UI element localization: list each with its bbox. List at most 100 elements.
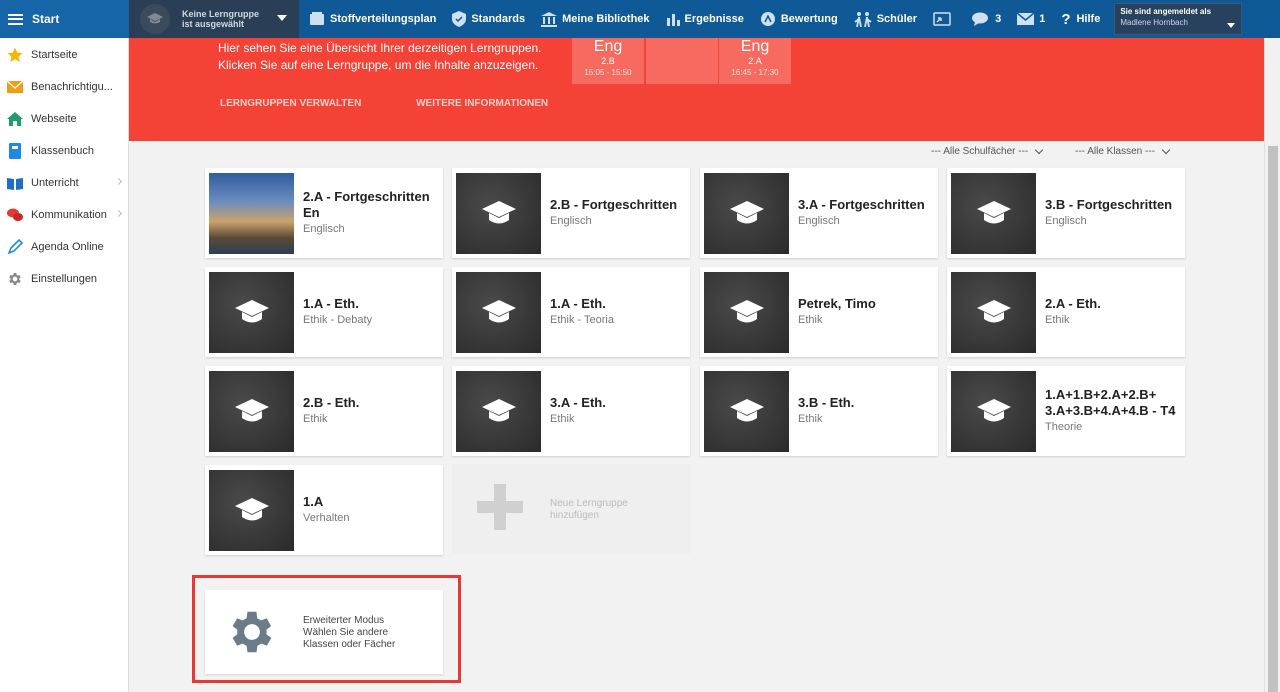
lesson-time: 16:45 - 17:30	[731, 68, 779, 77]
nav-label: Stoffverteilungsplan	[330, 13, 437, 25]
group-card[interactable]: 2.A - Fortgeschritten En Englisch	[205, 168, 443, 258]
chat-icon	[972, 12, 989, 26]
group-subject: Ethik	[550, 413, 575, 425]
group-card[interactable]: Petrek, Timo Ethik	[700, 267, 938, 357]
group-card[interactable]: 1.A+1.B+2.A+2.B+ 3.A+3.B+4.A+4.B - T4 The…	[947, 366, 1185, 456]
group-card[interactable]: 3.A - Eth. Ethik	[452, 366, 690, 456]
nav-messages[interactable]: 3	[964, 0, 1009, 38]
nav-meine-bibliothek[interactable]: Meine Bibliothek	[533, 0, 657, 38]
mail-count: 1	[1039, 13, 1046, 25]
group-selector[interactable]: Keine Lerngruppe ist ausgewählt	[129, 0, 299, 38]
new-group-card[interactable]: Neue Lerngruppe hinzufügen	[452, 464, 690, 554]
subject-filter[interactable]: --- Alle Schulfächer ---	[931, 145, 1044, 157]
graduation-cap-icon	[951, 272, 1036, 353]
sidebar-item-label: Klassenbuch	[31, 145, 94, 157]
lesson-class: 2.A	[748, 56, 762, 66]
pen-icon	[7, 239, 23, 255]
sidebar-item-label: Einstellungen	[31, 273, 98, 285]
home-icon	[7, 111, 23, 127]
grade-icon	[760, 12, 775, 26]
sidebar-item-label: Unterricht	[31, 177, 79, 189]
new-group-line1: Neue Lerngruppe	[550, 498, 628, 509]
sidebar-item-einstellungen[interactable]: Einstellungen	[0, 263, 128, 295]
nav-mail[interactable]: 1	[1009, 0, 1053, 38]
graduation-cap-icon	[140, 4, 170, 34]
graduation-cap-icon	[704, 272, 789, 353]
graduation-cap-icon	[951, 371, 1036, 452]
sidebar-item-webseite[interactable]: Webseite	[0, 103, 128, 135]
manage-groups-link[interactable]: LERNGRUPPEN VERWALTEN	[220, 98, 361, 109]
sidebar-item-label: Kommunikation	[31, 209, 107, 221]
messages-count: 3	[995, 13, 1002, 25]
nav-hilfe[interactable]: ? Hilfe	[1053, 0, 1108, 38]
group-card[interactable]: 2.A - Eth. Ethik	[947, 267, 1185, 357]
group-card[interactable]: 1.A Verhalten	[205, 465, 443, 555]
user-name: Madlene Hornbach	[1120, 18, 1188, 27]
sidebar-item-startseite[interactable]: Startseite	[0, 39, 128, 71]
help-icon: ?	[1061, 10, 1071, 28]
user-menu[interactable]: Sie sind angemeldet als Madlene Hornbach	[1114, 3, 1243, 35]
more-info-link[interactable]: WEITERE INFORMATIONEN	[416, 98, 548, 109]
advanced-mode-card[interactable]: Erweiterter Modus Wählen Sie andere Klas…	[205, 590, 443, 674]
chevron-down-icon	[277, 15, 287, 21]
chevron-down-icon	[1161, 145, 1171, 155]
group-card[interactable]: 3.A - Fortgeschritten Englisch	[700, 168, 938, 258]
top-bar: Start Keine Lerngruppe ist ausgewählt St…	[0, 0, 1280, 38]
group-title: 2.A - Eth.	[1045, 296, 1101, 311]
group-title: 1.A - Eth.	[303, 296, 359, 311]
lesson-slot[interactable]: Eng 2.A 16:45 - 17:30	[719, 38, 791, 84]
group-subject: Englisch	[303, 223, 345, 235]
sidebar-item-label: Webseite	[31, 113, 77, 125]
start-menu-button[interactable]: Start	[0, 0, 129, 38]
sidebar-item-label: Startseite	[31, 49, 78, 61]
nav-cast[interactable]	[925, 0, 964, 38]
sidebar-item-benachrichtigungen[interactable]: Benachrichtigu...	[0, 71, 128, 103]
star-icon	[7, 47, 23, 63]
lesson-slot[interactable]: Eng 2.B 15:05 - 15:50	[572, 38, 644, 84]
group-card[interactable]: 1.A - Eth. Ethik - Debaty	[205, 267, 443, 357]
sidebar: Startseite Benachrichtigu... Webseite Kl…	[0, 38, 129, 692]
sidebar-item-klassenbuch[interactable]: Klassenbuch	[0, 135, 128, 167]
library-icon	[541, 11, 558, 27]
nav-bewertung[interactable]: Bewertung	[752, 0, 846, 38]
chat-bubbles-icon	[7, 207, 23, 223]
group-subject: Englisch	[550, 215, 592, 227]
advanced-line1: Erweiterter Modus	[303, 615, 385, 626]
sidebar-item-kommunikation[interactable]: Kommunikation	[0, 199, 128, 231]
sidebar-item-agenda-online[interactable]: Agenda Online	[0, 231, 128, 263]
lesson-class: 2.B	[601, 56, 615, 66]
group-photo	[209, 173, 294, 254]
graduation-cap-icon	[704, 173, 789, 254]
group-subject: Ethik	[798, 413, 823, 425]
nav-ergebnisse[interactable]: Ergebnisse	[658, 0, 752, 38]
group-card[interactable]: 2.B - Eth. Ethik	[205, 366, 443, 456]
graduation-cap-icon	[209, 371, 294, 452]
lesson-subject: Eng	[593, 38, 623, 55]
graduation-cap-icon	[704, 371, 789, 452]
group-card[interactable]: 2.B - Fortgeschritten Englisch	[452, 168, 690, 258]
group-title: 3.B - Fortgeschritten	[1045, 197, 1173, 212]
graduation-cap-icon	[456, 272, 541, 353]
book-icon	[310, 12, 324, 25]
scrollbar[interactable]	[1264, 38, 1280, 692]
sidebar-item-label: Agenda Online	[31, 241, 104, 253]
scrollbar-thumb[interactable]	[1268, 146, 1278, 692]
subject-filter-value: --- Alle Schulfächer ---	[931, 146, 1029, 157]
advanced-line2: Wählen Sie andere	[303, 627, 389, 638]
students-icon	[854, 12, 872, 27]
group-subject: Englisch	[798, 215, 840, 227]
class-filter[interactable]: --- Alle Klassen ---	[1075, 145, 1171, 157]
nav-schueler[interactable]: Schüler	[846, 0, 925, 38]
plus-icon	[477, 484, 523, 530]
sidebar-item-unterricht[interactable]: Unterricht	[0, 167, 128, 199]
group-card[interactable]: 3.B - Eth. Ethik	[700, 366, 938, 456]
nav-stoffverteilungsplan[interactable]: Stoffverteilungsplan	[301, 0, 444, 38]
group-card[interactable]: 1.A - Eth. Ethik - Teoria	[452, 267, 690, 357]
nav-standards[interactable]: Standards	[444, 0, 533, 38]
banner-line1: Hier sehen Sie eine Übersicht Ihrer derz…	[218, 41, 542, 55]
nav-label: Schüler	[876, 13, 918, 25]
group-subject: Ethik	[303, 413, 328, 425]
group-card[interactable]: 3.B - Fortgeschritten Englisch	[947, 168, 1185, 258]
nav-label: Hilfe	[1076, 13, 1101, 25]
group-title: 1.A+1.B+2.A+2.B+ 3.A+3.B+4.A+4.B - T4	[1045, 387, 1176, 418]
